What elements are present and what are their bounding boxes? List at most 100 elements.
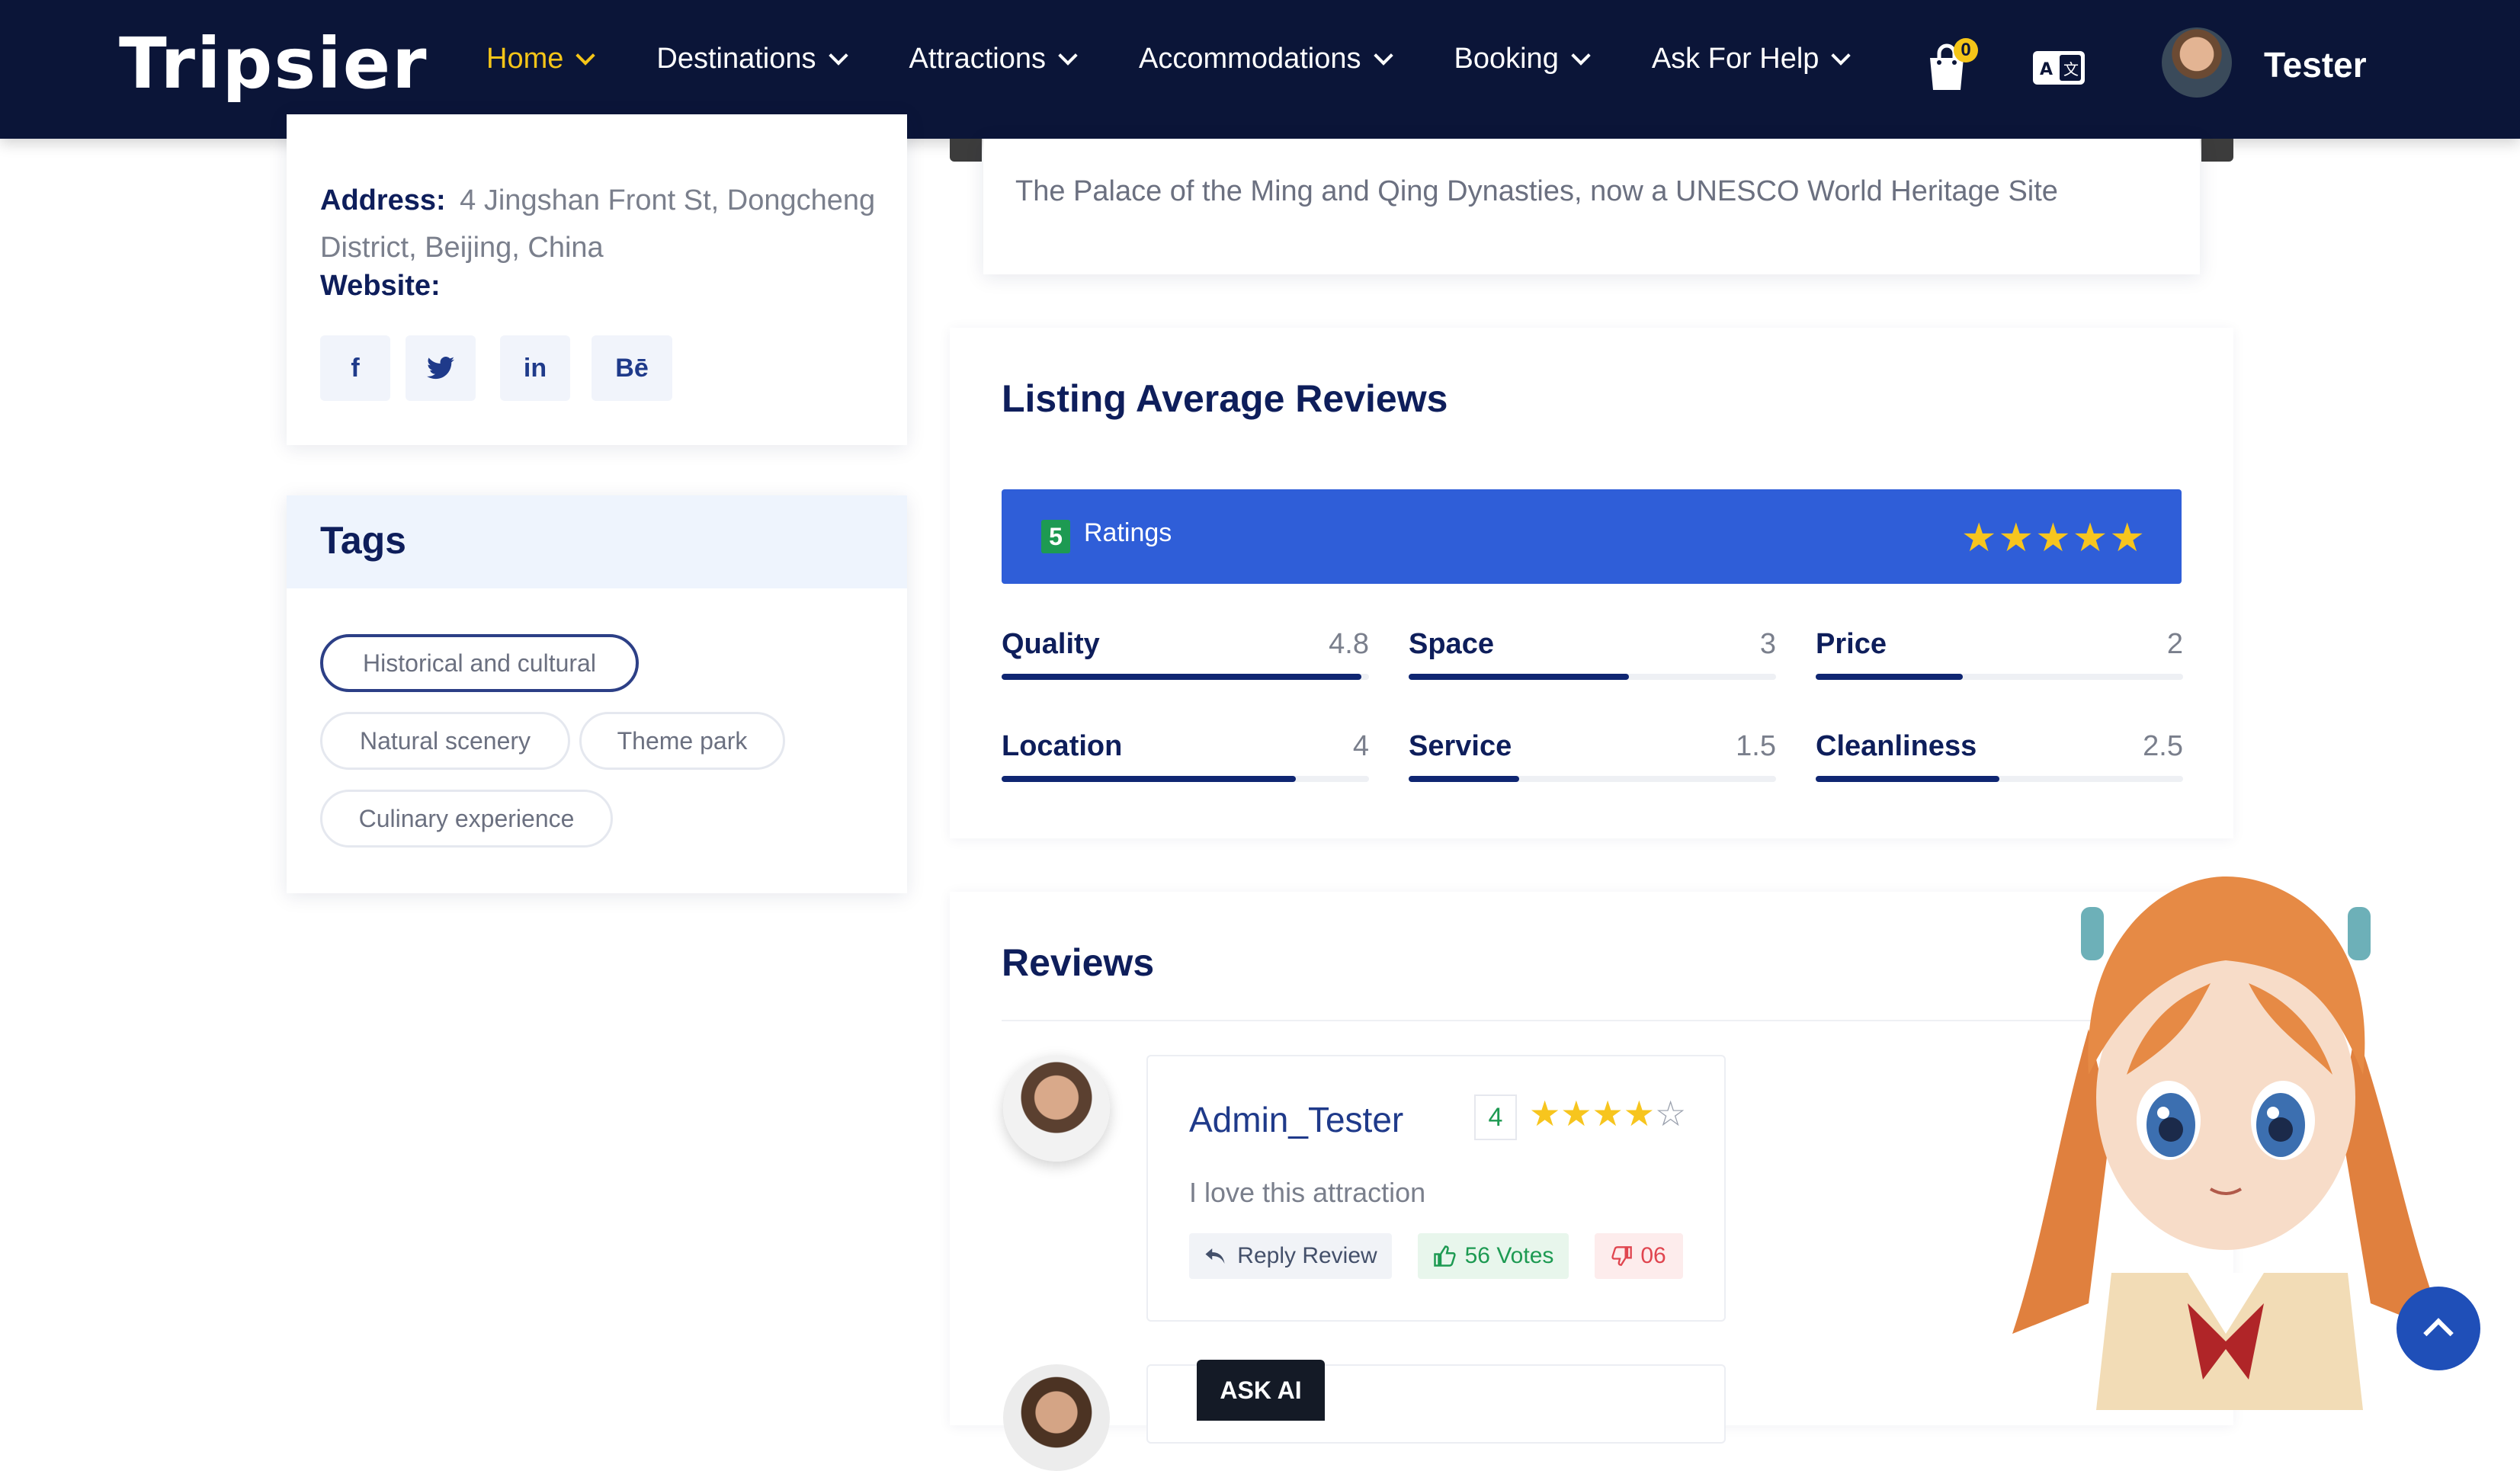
nav-home-label: Home — [486, 43, 564, 75]
anime-assistant-avatar[interactable] — [1997, 846, 2454, 1410]
translate-icon[interactable]: A 文 — [2032, 50, 2086, 85]
ask-ai-button[interactable]: ASK AI — [1197, 1360, 1325, 1421]
tag-theme-park[interactable]: Theme park — [579, 712, 785, 770]
metric-value: 2.5 — [2143, 730, 2183, 762]
metric-fill — [1816, 776, 1999, 782]
chevron-down-icon — [1831, 45, 1852, 66]
review-stars: ★★★★☆ — [1529, 1093, 1686, 1134]
chevron-up-icon — [2423, 1318, 2454, 1348]
reply-review-label: Reply Review — [1237, 1243, 1377, 1268]
review-text: I love this attraction — [1189, 1177, 1426, 1208]
downvote-button[interactable]: 06 — [1595, 1233, 1683, 1279]
metric-value: 1.5 — [1736, 730, 1776, 762]
twitter-bird-icon — [427, 357, 454, 380]
chevron-down-icon — [828, 45, 848, 66]
tag-historical-and-cultural[interactable]: Historical and cultural — [320, 634, 639, 692]
metric-fill — [1002, 776, 1296, 782]
reply-icon — [1205, 1248, 1225, 1264]
metric-fill — [1409, 674, 1630, 680]
address-line-1: 4 Jingshan Front St, Dongcheng — [460, 184, 876, 216]
svg-text:A: A — [2040, 60, 2053, 79]
chevron-down-icon — [1058, 45, 1078, 66]
chevron-down-icon — [1571, 45, 1591, 66]
reviewer-avatar — [1003, 1055, 1110, 1162]
tags-header: Tags — [287, 495, 907, 588]
reviewer-avatar — [1003, 1364, 1110, 1471]
metric-track — [1409, 776, 1776, 782]
contact-info-card: Address: 4 Jingshan Front St, Dongcheng … — [287, 114, 907, 445]
metric-track — [1816, 674, 2183, 680]
user-name[interactable]: Tester — [2264, 44, 2367, 85]
average-reviews-title: Listing Average Reviews — [1002, 377, 1448, 420]
upvote-button[interactable]: 56 Votes — [1418, 1233, 1569, 1279]
address-label: Address: — [320, 184, 446, 216]
metric-name: Cleanliness — [1816, 730, 1977, 762]
thumbs-up-icon — [1433, 1245, 1456, 1267]
reply-review-button[interactable]: Reply Review — [1189, 1233, 1392, 1279]
cart-count-badge: 0 — [1954, 38, 1978, 62]
rating-count-badge: 5 — [1041, 520, 1070, 553]
user-avatar[interactable] — [2162, 27, 2232, 98]
metric-track — [1002, 674, 1369, 680]
metric-name: Location — [1002, 730, 1123, 762]
website-label: Website: — [320, 270, 441, 302]
nav-booking[interactable]: Booking — [1454, 43, 1591, 75]
gallery-edge-right — [2201, 139, 2233, 162]
nav-destinations-label: Destinations — [656, 43, 816, 75]
gallery-edge-left — [950, 139, 982, 162]
site-logo[interactable]: Tripsier — [119, 23, 428, 104]
linkedin-icon[interactable]: in — [500, 335, 570, 401]
thumbs-down-icon — [1611, 1246, 1633, 1266]
chevron-down-icon — [1373, 45, 1393, 66]
nav-accommodations[interactable]: Accommodations — [1139, 43, 1393, 75]
metric-track — [1002, 776, 1369, 782]
nav-attractions[interactable]: Attractions — [909, 43, 1078, 75]
scroll-to-top-button[interactable] — [2397, 1287, 2480, 1370]
votes-label: 56 Votes — [1464, 1243, 1554, 1268]
nav-ask-for-help[interactable]: Ask For Help — [1651, 43, 1852, 75]
metric-name: Price — [1816, 628, 1887, 660]
review-score-badge: 4 — [1474, 1094, 1517, 1140]
behance-icon[interactable]: Bē — [592, 335, 672, 401]
empty-star-icon: ☆ — [1654, 1094, 1687, 1133]
address-block: Address: 4 Jingshan Front St, Dongcheng … — [320, 180, 884, 274]
metric-value: 4.8 — [1329, 628, 1369, 660]
description-card: The Palace of the Ming and Qing Dynastie… — [983, 139, 2200, 274]
tags-title: Tags — [320, 519, 406, 562]
review-item: Admin_Tester 4 ★★★★☆ I love this attract… — [1146, 1055, 1726, 1322]
ratings-label: Ratings — [1084, 518, 1172, 547]
nav-destinations[interactable]: Destinations — [656, 43, 848, 75]
metric-fill — [1409, 776, 1519, 782]
nav-home[interactable]: Home — [486, 43, 596, 75]
nav-accommodations-label: Accommodations — [1139, 43, 1361, 75]
metric-value: 3 — [1759, 628, 1776, 660]
metric-value: 2 — [2166, 628, 2183, 660]
metric-track — [1409, 674, 1776, 680]
tag-natural-scenery[interactable]: Natural scenery — [320, 712, 570, 770]
twitter-icon[interactable] — [406, 335, 476, 401]
metric-name: Space — [1409, 628, 1494, 660]
facebook-icon[interactable]: f — [320, 335, 390, 401]
metric-fill — [1816, 674, 1963, 680]
downvotes-label: 06 — [1640, 1243, 1666, 1268]
metric-name: Service — [1409, 730, 1512, 762]
average-reviews-card: Listing Average Reviews 5 Ratings ★★★★★ … — [950, 328, 2233, 838]
metric-value: 4 — [1352, 730, 1369, 762]
rating-stars: ★★★★★ — [1961, 516, 2146, 560]
filled-stars: ★★★★ — [1529, 1094, 1655, 1133]
address-line-2: District, Beijing, China — [320, 232, 604, 264]
tag-culinary-experience[interactable]: Culinary experience — [320, 790, 613, 848]
metric-name: Quality — [1002, 628, 1100, 660]
description-text: The Palace of the Ming and Qing Dynastie… — [1015, 175, 2058, 207]
ratings-summary-bar: 5 Ratings ★★★★★ — [1002, 489, 2182, 584]
svg-text:文: 文 — [2063, 60, 2079, 79]
reviewer-name[interactable]: Admin_Tester — [1189, 1099, 1403, 1140]
tags-card: Tags Historical and cultural Natural sce… — [287, 495, 907, 893]
reviews-title: Reviews — [1002, 941, 1155, 984]
nav-ask-for-help-label: Ask For Help — [1651, 43, 1819, 75]
nav-booking-label: Booking — [1454, 43, 1559, 75]
nav-attractions-label: Attractions — [909, 43, 1047, 75]
metric-fill — [1002, 674, 1362, 680]
chevron-down-icon — [575, 45, 596, 66]
metric-track — [1816, 776, 2183, 782]
